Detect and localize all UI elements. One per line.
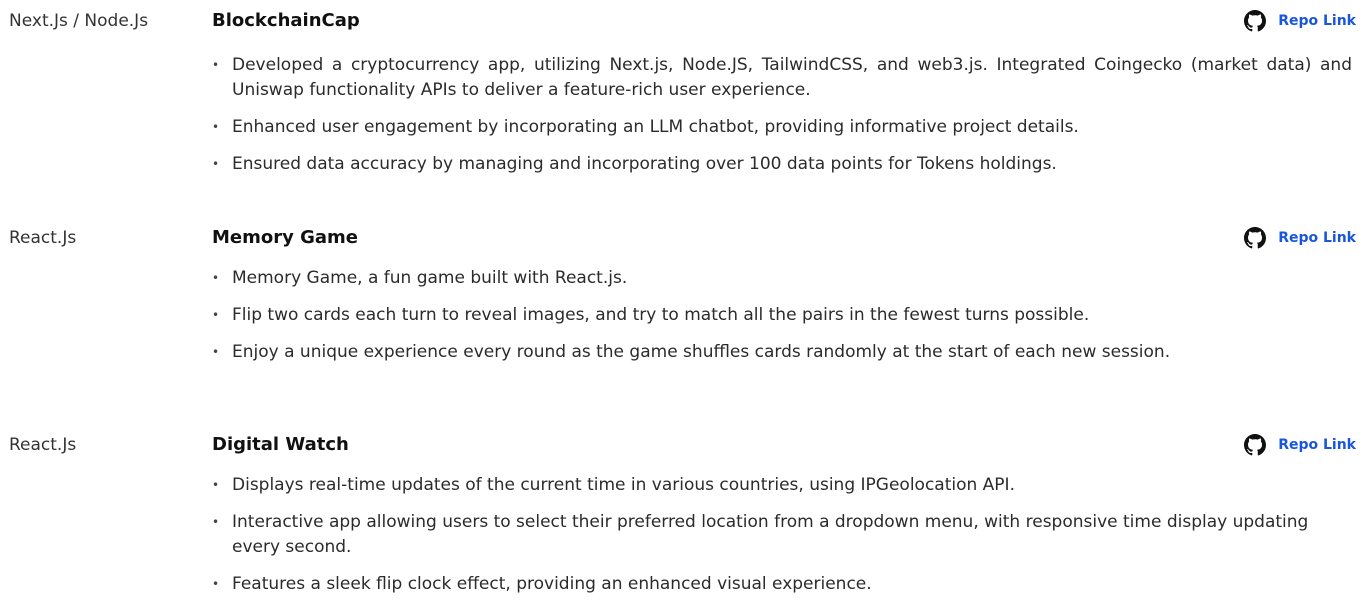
bullet-text: Developed a cryptocurrency app, utilizin…	[232, 55, 1352, 100]
bullet-text: Features a sleek flip clock effect, prov…	[232, 574, 872, 594]
github-icon	[1244, 10, 1267, 32]
list-item: Displays real-time updates of the curren…	[212, 473, 1352, 498]
github-icon	[1244, 227, 1267, 249]
repo-link[interactable]: Repo Link	[1244, 433, 1356, 457]
project-tech-stack: Next.Js / Node.Js	[9, 11, 149, 31]
bullet-text: Displays real-time updates of the curren…	[232, 475, 1015, 495]
list-item: Interactive app allowing users to select…	[212, 510, 1352, 560]
bullet-text: Memory Game, a fun game built with React…	[232, 268, 628, 288]
list-item: Memory Game, a fun game built with React…	[212, 266, 1352, 291]
list-item: Developed a cryptocurrency app, utilizin…	[212, 53, 1352, 103]
bullet-text: Enhanced user engagement by incorporatin…	[232, 117, 1079, 137]
project-bullets: Developed a cryptocurrency app, utilizin…	[212, 53, 1352, 189]
bullet-text: Interactive app allowing users to select…	[232, 512, 1309, 557]
repo-link-label: Repo Link	[1278, 13, 1356, 29]
list-item: Enhanced user engagement by incorporatin…	[212, 115, 1352, 140]
project-title: BlockchainCap	[212, 10, 360, 31]
project-title: Digital Watch	[212, 434, 349, 455]
repo-link[interactable]: Repo Link	[1244, 9, 1356, 33]
bullet-text: Enjoy a unique experience every round as…	[232, 342, 1171, 362]
bullet-text: Ensured data accuracy by managing and in…	[232, 154, 1057, 174]
repo-link[interactable]: Repo Link	[1244, 226, 1356, 250]
project-bullets: Displays real-time updates of the curren…	[212, 473, 1352, 609]
bullet-text: Flip two cards each turn to reveal image…	[232, 305, 1090, 325]
list-item: Ensured data accuracy by managing and in…	[212, 152, 1352, 177]
repo-link-label: Repo Link	[1278, 437, 1356, 453]
list-item: Flip two cards each turn to reveal image…	[212, 303, 1352, 328]
project-bullets: Memory Game, a fun game built with React…	[212, 266, 1352, 377]
repo-link-label: Repo Link	[1278, 230, 1356, 246]
project-tech-stack: React.Js	[9, 228, 77, 248]
project-title: Memory Game	[212, 227, 359, 248]
project-tech-stack: React.Js	[9, 435, 77, 455]
list-item: Enjoy a unique experience every round as…	[212, 340, 1352, 365]
github-icon	[1244, 434, 1267, 456]
list-item: Features a sleek flip clock effect, prov…	[212, 572, 1352, 597]
